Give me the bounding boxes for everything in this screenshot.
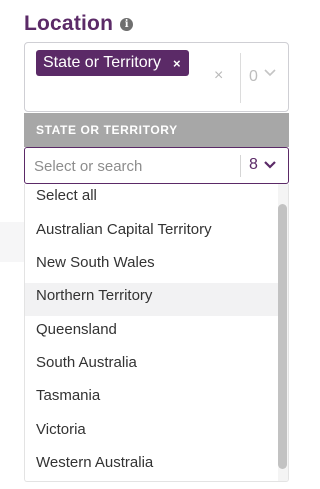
divider — [240, 53, 241, 103]
group-header: STATE OR TERRITORY — [24, 113, 289, 147]
option-australian-capital-territory[interactable]: Australian Capital Territory — [25, 217, 279, 250]
scrollbar-thumb[interactable] — [278, 204, 287, 469]
selected-values-box[interactable]: State or Territory × × 0 — [24, 42, 289, 112]
search-input[interactable] — [34, 156, 229, 176]
option-count: 8 — [249, 156, 258, 173]
selected-chip-state-or-territory: State or Territory × — [36, 50, 189, 76]
info-icon[interactable]: i — [120, 17, 134, 31]
option-western-australia[interactable]: Western Australia — [25, 450, 279, 481]
option-queensland[interactable]: Queensland — [25, 317, 279, 350]
chip-remove-icon[interactable]: × — [173, 56, 181, 71]
divider — [240, 155, 241, 177]
option-victoria[interactable]: Victoria — [25, 417, 279, 450]
field-title: Location — [24, 12, 114, 35]
chevron-down-icon[interactable] — [263, 159, 277, 171]
field-header: Location i — [24, 12, 134, 36]
clear-all-icon[interactable]: × — [214, 67, 223, 85]
scrollbar-track[interactable] — [278, 184, 288, 481]
option-northern-territory[interactable]: Northern Territory — [25, 283, 279, 316]
option-select-all[interactable]: Select all — [25, 184, 279, 216]
chevron-down-icon[interactable] — [263, 67, 277, 79]
option-new-south-wales[interactable]: New South Wales — [25, 250, 279, 283]
selected-count: 0 — [249, 68, 258, 85]
options-list: Select all Australian Capital Territory … — [24, 184, 289, 482]
background-panel — [0, 222, 24, 262]
chip-label: State or Territory — [43, 54, 161, 71]
search-box[interactable]: 8 — [24, 147, 289, 184]
option-south-australia[interactable]: South Australia — [25, 350, 279, 383]
option-tasmania[interactable]: Tasmania — [25, 383, 279, 416]
